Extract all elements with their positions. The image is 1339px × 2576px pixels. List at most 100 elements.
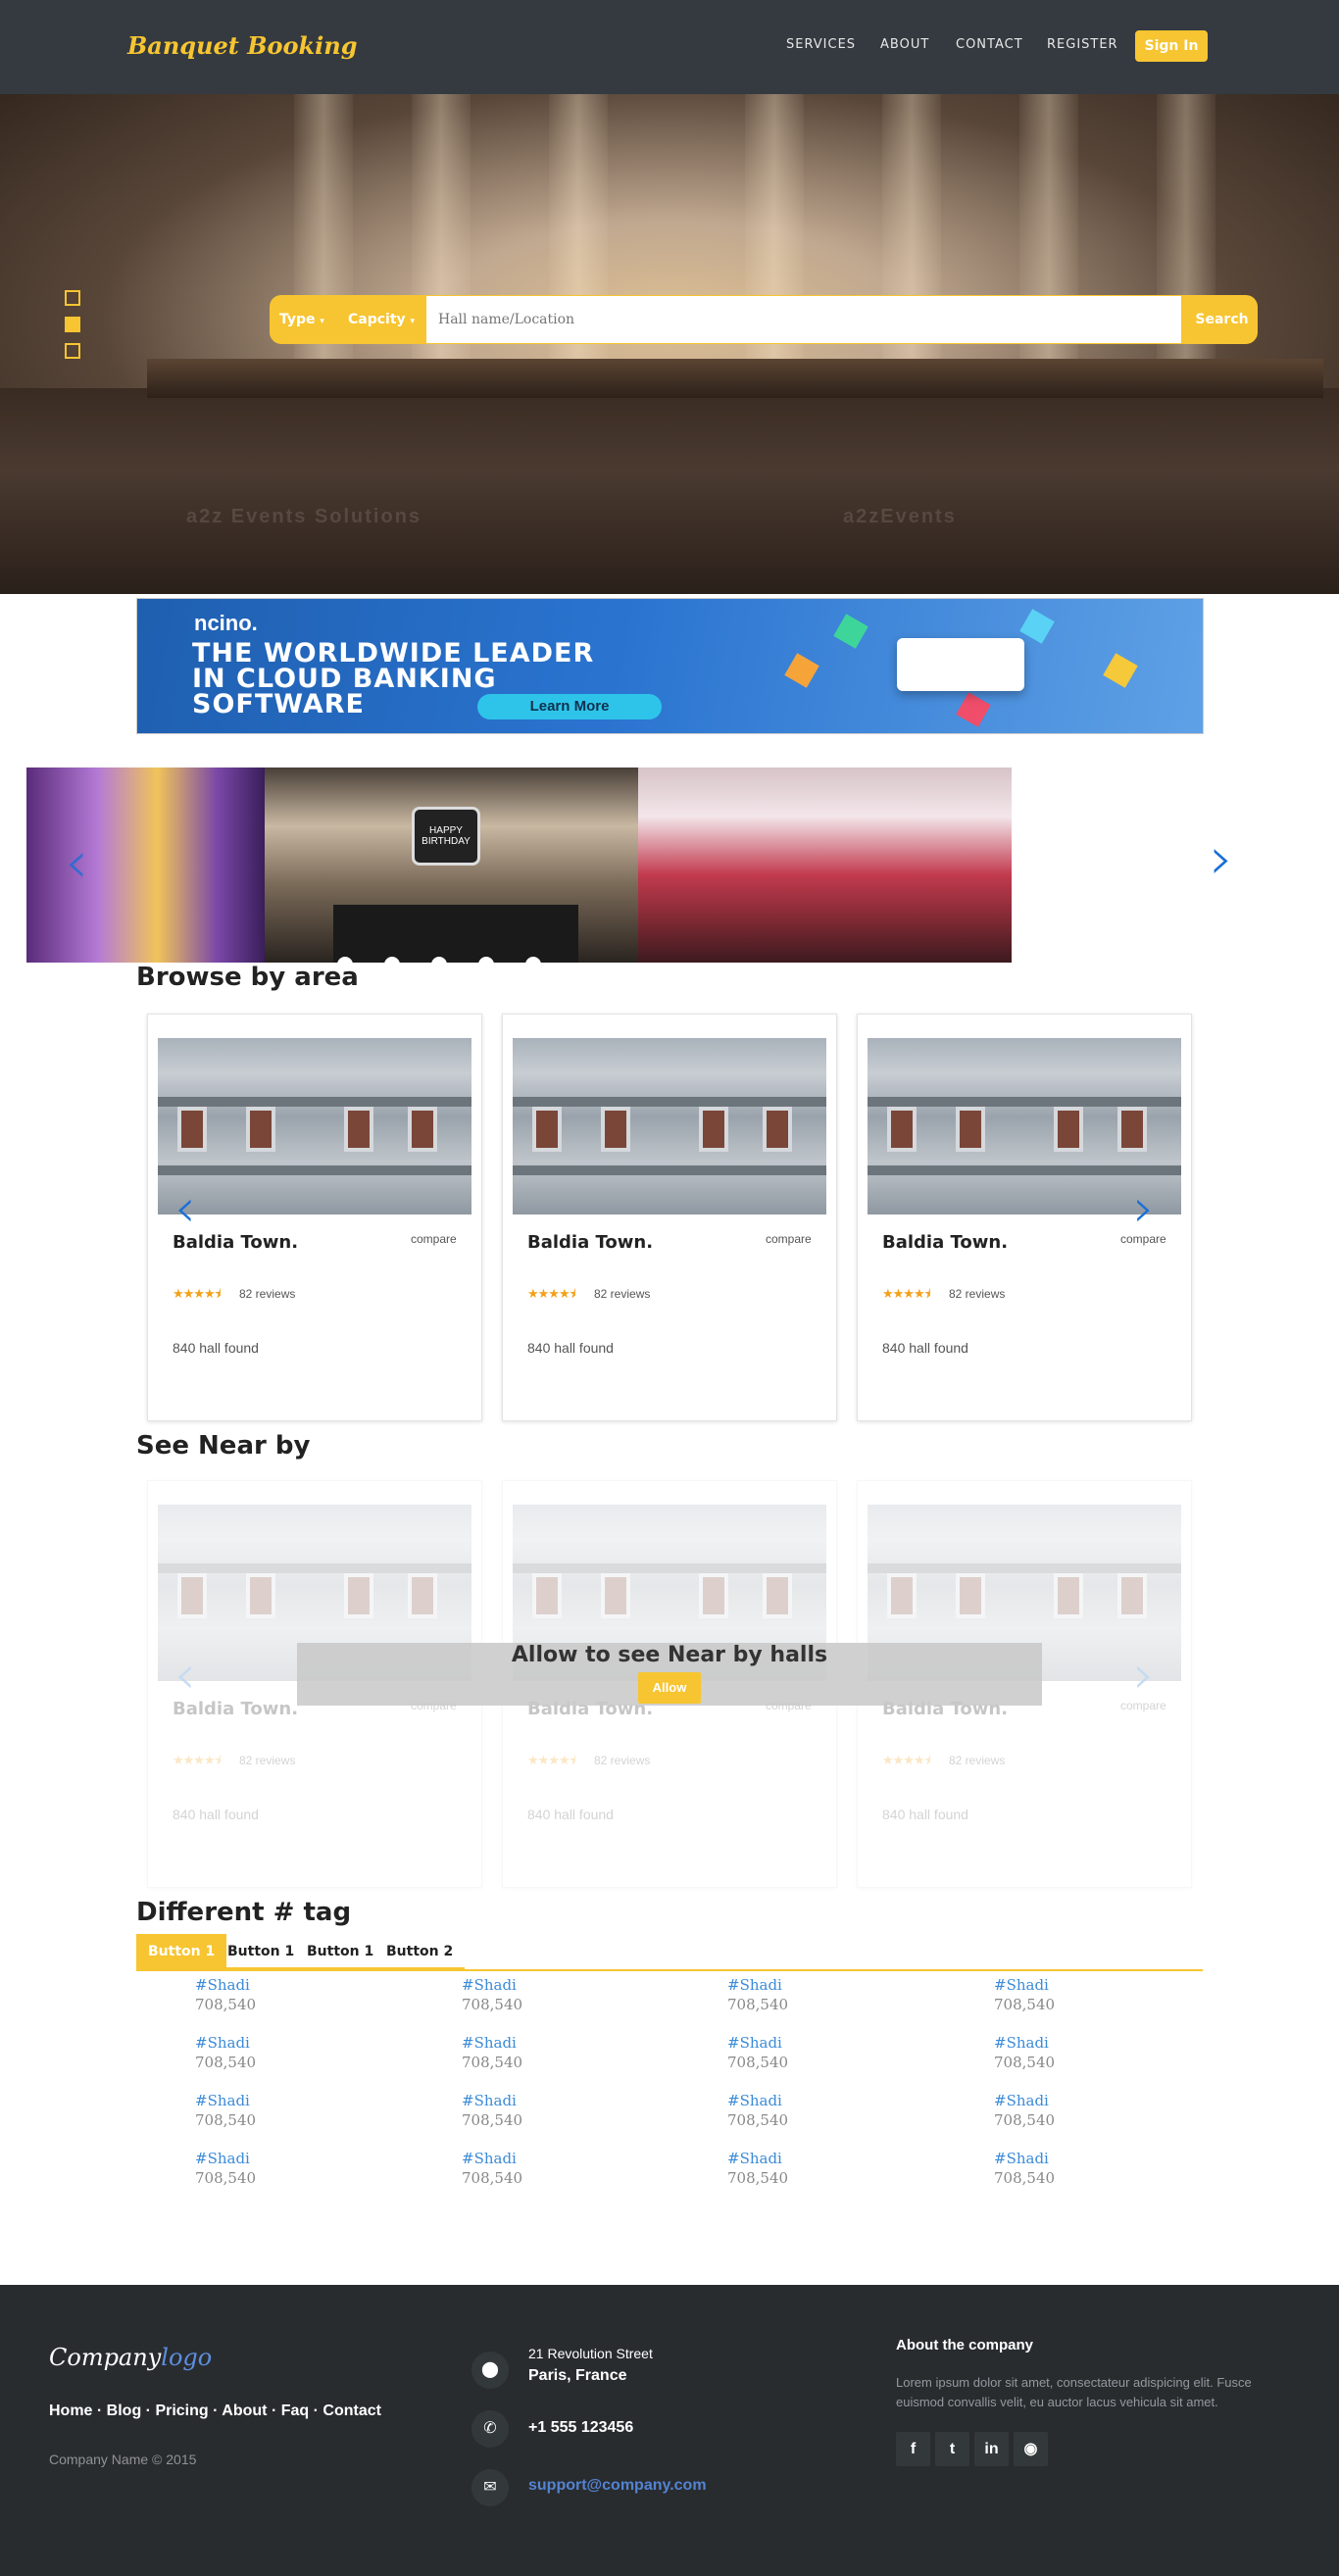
gallery-dot-5[interactable] <box>525 957 541 972</box>
linkedin-icon[interactable]: in <box>974 2432 1009 2466</box>
facebook-icon[interactable]: f <box>896 2432 930 2466</box>
nav-link-contact[interactable]: CONTACT <box>956 37 1023 52</box>
area-card-compare-link[interactable]: compare <box>766 1232 812 1246</box>
tag-item[interactable]: #Shadi 708,540 <box>994 2034 1055 2071</box>
footer-address: 21 Revolution Street Paris, France <box>528 2346 653 2384</box>
gallery-image-1 <box>26 768 265 963</box>
hero-banner: a2z Events Solutions a2zEvents <box>0 94 1339 594</box>
nearby-card-reviews: 82 reviews <box>949 1754 1006 1767</box>
browse-section-title: Browse by area <box>136 963 359 992</box>
area-card-title[interactable]: Baldia Town. <box>882 1232 1008 1253</box>
nav-link-register[interactable]: REGISTER <box>1047 37 1118 52</box>
footer-email[interactable]: support@company.com <box>528 2477 707 2495</box>
location-permission-text: Allow to see Near by halls <box>511 1643 828 1667</box>
sign-in-button[interactable]: Sign In <box>1135 30 1208 62</box>
gallery-image-2: HAPPY BIRTHDAY <box>265 768 638 963</box>
envelope-icon: ✉ <box>471 2469 509 2506</box>
area-card-reviews: 82 reviews <box>949 1287 1006 1301</box>
star-rating-icon: ★★★★⯨ <box>882 1286 931 1301</box>
carousel-indicator-2[interactable] <box>65 317 80 332</box>
gallery-dot-2[interactable] <box>384 957 400 972</box>
gallery-prev-arrow-icon[interactable]: ‹ <box>65 833 88 892</box>
area-card-compare-link[interactable]: compare <box>411 1232 457 1246</box>
tab-button-4[interactable]: Button 2 <box>374 1934 466 1969</box>
footer-phone: +1 555 123456 <box>528 2419 634 2436</box>
nearby-card-hall-count: 840 hall found <box>527 1807 614 1822</box>
area-card-reviews: 82 reviews <box>594 1287 651 1301</box>
tab-button-3[interactable]: Button 1 <box>295 1934 386 1969</box>
area-card-title[interactable]: Baldia Town. <box>527 1232 653 1253</box>
footer-about-heading: About the company <box>896 2337 1034 2353</box>
brand-logo[interactable]: Banquet Booking <box>127 31 358 60</box>
star-rating-icon: ★★★★⯨ <box>527 1753 576 1767</box>
star-rating-icon: ★★★★⯨ <box>882 1753 931 1767</box>
gallery-next-arrow-icon[interactable]: › <box>1210 829 1233 888</box>
footer: Companylogo Home · Blog · Pricing · Abou… <box>0 2285 1339 2576</box>
search-button[interactable]: Search <box>1186 295 1258 344</box>
browse-next-arrow-icon[interactable]: › <box>1133 1182 1155 1235</box>
location-permission-overlay: Allow to see Near by halls Allow <box>297 1643 1042 1706</box>
tag-item[interactable]: #Shadi 708,540 <box>462 1976 522 2013</box>
tag-item[interactable]: #Shadi 708,540 <box>195 2034 256 2071</box>
tab-button-2[interactable]: Button 1 <box>216 1934 307 1969</box>
tag-item[interactable]: #Shadi 708,540 <box>195 1976 256 2013</box>
tag-item[interactable]: #Shadi 708,540 <box>195 2150 256 2187</box>
tab-button-1[interactable]: Button 1 <box>136 1934 227 1969</box>
area-card-hall-count: 840 hall found <box>527 1340 614 1356</box>
gallery-image-3 <box>638 768 1012 963</box>
tag-item[interactable]: #Shadi 708,540 <box>994 2150 1055 2187</box>
ad-headline-3: SOFTWARE <box>192 689 365 719</box>
nearby-prev-arrow-icon: ‹ <box>174 1644 196 1706</box>
gallery-dot-4[interactable] <box>478 957 494 972</box>
ad-banner[interactable]: ncino. THE WORLDWIDE LEADER IN CLOUD BAN… <box>136 598 1204 734</box>
nearby-card-hall-count: 840 hall found <box>882 1807 968 1822</box>
footer-copyright: Company Name © 2015 <box>49 2452 197 2467</box>
hero-watermark-right: a2zEvents <box>843 506 957 527</box>
search-input[interactable] <box>426 296 1181 343</box>
type-dropdown[interactable]: Type ▾ <box>279 295 324 344</box>
nav-link-services[interactable]: SERVICES <box>786 37 856 52</box>
phone-icon: ✆ <box>471 2410 509 2448</box>
tag-item[interactable]: #Shadi 708,540 <box>462 2150 522 2187</box>
tag-item[interactable]: #Shadi 708,540 <box>727 2034 788 2071</box>
github-icon[interactable]: ◉ <box>1014 2432 1048 2466</box>
star-rating-icon: ★★★★⯨ <box>527 1286 576 1301</box>
chevron-down-icon: ▾ <box>320 317 324 326</box>
area-card-hall-count: 840 hall found <box>173 1340 259 1356</box>
tag-item[interactable]: #Shadi 708,540 <box>462 2092 522 2129</box>
area-card[interactable]: Baldia Town. compare ★★★★⯨ 82 reviews 84… <box>502 1014 837 1421</box>
area-card-hall-count: 840 hall found <box>882 1340 968 1356</box>
nav-link-about[interactable]: ABOUT <box>880 37 929 52</box>
footer-links[interactable]: Home · Blog · Pricing · About · Faq · Co… <box>49 2403 381 2420</box>
tag-item[interactable]: #Shadi 708,540 <box>994 1976 1055 2013</box>
ad-learn-more-button[interactable]: Learn More <box>477 694 662 719</box>
allow-location-button[interactable]: Allow <box>638 1672 701 1704</box>
browse-prev-arrow-icon[interactable]: ‹ <box>174 1182 196 1235</box>
area-card[interactable]: Baldia Town. compare ★★★★⯨ 82 reviews 84… <box>147 1014 482 1421</box>
nearby-card-hall-count: 840 hall found <box>173 1807 259 1822</box>
footer-logo: Companylogo <box>49 2344 213 2371</box>
area-card-image <box>158 1038 471 1214</box>
tag-item[interactable]: #Shadi 708,540 <box>727 2092 788 2129</box>
capacity-dropdown[interactable]: Capcity ▾ <box>348 295 415 344</box>
tag-tabs: Button 1 Button 1 Button 1 Button 2 <box>136 1934 1203 1971</box>
star-rating-icon: ★★★★⯨ <box>173 1286 222 1301</box>
tags-section-title: Different # tag <box>136 1898 352 1927</box>
twitter-icon[interactable]: t <box>935 2432 969 2466</box>
tag-item[interactable]: #Shadi 708,540 <box>727 1976 788 2013</box>
tag-item[interactable]: #Shadi 708,540 <box>994 2092 1055 2129</box>
map-marker-icon: ⬤ <box>471 2352 509 2389</box>
chevron-down-icon: ▾ <box>410 317 416 326</box>
tag-item[interactable]: #Shadi 708,540 <box>727 2150 788 2187</box>
hero-watermark-left: a2z Events Solutions <box>186 506 422 527</box>
ad-illustration <box>897 638 1024 691</box>
gallery-carousel: HAPPY BIRTHDAY <box>26 768 1012 963</box>
gallery-dot-3[interactable] <box>431 957 447 972</box>
area-card-image <box>513 1038 826 1214</box>
carousel-indicator-3[interactable] <box>65 343 80 359</box>
carousel-indicator-1[interactable] <box>65 290 80 306</box>
tag-item[interactable]: #Shadi 708,540 <box>462 2034 522 2071</box>
nearby-next-arrow-icon: › <box>1133 1644 1155 1706</box>
ad-brand: ncino. <box>194 611 258 635</box>
tag-item[interactable]: #Shadi 708,540 <box>195 2092 256 2129</box>
